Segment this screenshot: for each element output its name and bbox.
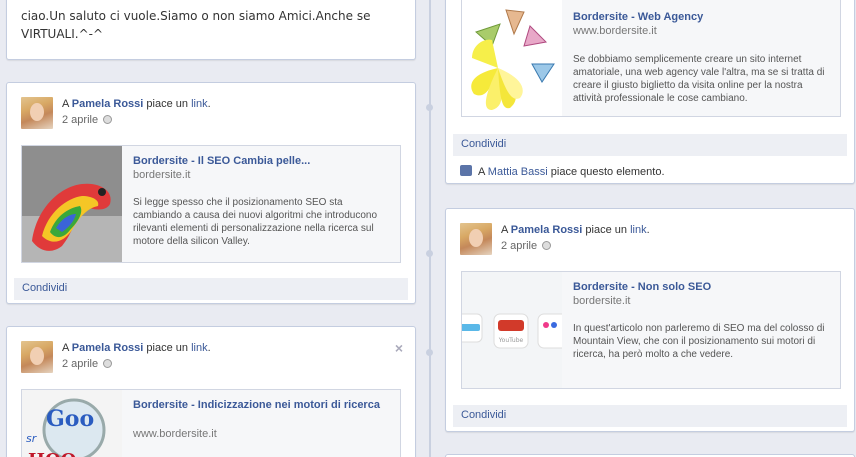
preview-site: bordersite.it: [573, 295, 631, 307]
activity-verb: piace un: [146, 342, 188, 354]
globe-icon: [542, 241, 552, 250]
author-link[interactable]: Pamela Rossi: [511, 224, 583, 236]
preview-site: bordersite.it: [133, 169, 191, 181]
author-link[interactable]: Pamela Rossi: [72, 98, 144, 110]
preview-title[interactable]: Bordersite - Web Agency: [573, 10, 832, 24]
period: .: [207, 342, 211, 354]
liker-link[interactable]: Mattia Bassi: [488, 166, 548, 178]
preview-description: Si legge spesso che il posizionamento SE…: [133, 197, 378, 247]
link-post-card: A Pamela Rossi piace un link. 2 aprile B…: [6, 82, 416, 304]
preview-title[interactable]: Bordersite - Indicizzazione nei motori d…: [133, 398, 392, 412]
post-date[interactable]: 2 aprile: [62, 358, 113, 370]
activity-prefix: A: [62, 342, 69, 354]
period: .: [207, 98, 211, 110]
share-link[interactable]: Condividi: [453, 134, 847, 156]
share-link[interactable]: Condividi: [453, 405, 847, 427]
link-preview[interactable]: Goo sr HOO Bordersite - Indicizzazione n…: [21, 389, 401, 457]
youtube-label: YouTube: [498, 337, 524, 344]
preview-description: Se dobbiamo semplicemente creare un sito…: [573, 54, 825, 104]
date-text: 2 aprile: [62, 358, 99, 370]
thumbs-up-icon: [460, 165, 472, 176]
link-preview[interactable]: Bordersite - Web Agency www.bordersite.i…: [461, 0, 841, 117]
link-post-card: A Pamela Rossi piace un link. 2 aprile Y…: [445, 208, 855, 432]
preview-description: In quest'articolo non parleremo di SEO m…: [573, 323, 825, 360]
timeline-dot: [426, 349, 433, 356]
timeline-dot: [426, 250, 433, 257]
like-prefix: A: [478, 166, 485, 178]
svg-text:sr: sr: [26, 432, 38, 445]
preview-site: www.bordersite.it: [133, 428, 217, 440]
preview-thumbnail: [462, 0, 562, 116]
link-preview[interactable]: Bordersite - Il SEO Cambia pelle... bord…: [21, 145, 401, 263]
period: .: [646, 224, 650, 236]
preview-thumbnail: YouTube: [462, 272, 562, 388]
activity-verb: piace un: [146, 98, 188, 110]
activity-line: A Pamela Rossi piace un link.: [501, 224, 650, 236]
post-date[interactable]: 2 aprile: [501, 240, 552, 252]
share-link[interactable]: Condividi: [14, 278, 408, 300]
svg-text:Goo: Goo: [46, 406, 94, 432]
globe-icon: [103, 359, 113, 368]
status-post-card: ciao.Un saluto ci vuole.Siamo o non siam…: [6, 0, 416, 60]
link-word[interactable]: link: [191, 98, 208, 110]
timeline-dot: [426, 104, 433, 111]
preview-title[interactable]: Bordersite - Non solo SEO: [573, 280, 832, 294]
avatar[interactable]: [21, 97, 53, 129]
preview-title[interactable]: Bordersite - Il SEO Cambia pelle...: [133, 154, 392, 168]
activity-prefix: A: [501, 224, 508, 236]
link-post-card: Bordersite - Web Agency www.bordersite.i…: [445, 0, 855, 184]
like-row: A Mattia Bassi piace questo elemento.: [460, 165, 665, 178]
activity-line: A Pamela Rossi piace un link.: [62, 98, 211, 110]
date-text: 2 aprile: [62, 114, 99, 126]
globe-icon: [103, 115, 113, 124]
link-post-card: A Pamela Rossi piace un link. 2 aprile ×…: [6, 326, 416, 457]
link-word[interactable]: link: [630, 224, 647, 236]
date-text: 2 aprile: [501, 240, 538, 252]
activity-prefix: A: [62, 98, 69, 110]
preview-thumbnail: Goo sr HOO: [22, 390, 122, 457]
preview-site: www.bordersite.it: [573, 25, 657, 37]
activity-line: A Pamela Rossi piace un link.: [62, 342, 211, 354]
activity-verb: piace un: [585, 224, 627, 236]
post-date[interactable]: 2 aprile: [62, 114, 113, 126]
like-suffix: piace questo elemento.: [550, 166, 665, 178]
status-text: ciao.Un saluto ci vuole.Siamo o non siam…: [21, 9, 371, 41]
preview-thumbnail: [22, 146, 122, 262]
author-link[interactable]: Pamela Rossi: [72, 342, 144, 354]
close-icon[interactable]: ×: [395, 340, 403, 356]
link-word[interactable]: link: [191, 342, 208, 354]
link-preview[interactable]: YouTube Bordersite - Non solo SEO border…: [461, 271, 841, 389]
avatar[interactable]: [21, 341, 53, 373]
svg-text:HOO: HOO: [28, 450, 76, 457]
avatar[interactable]: [460, 223, 492, 255]
timeline-spine: [429, 0, 431, 457]
